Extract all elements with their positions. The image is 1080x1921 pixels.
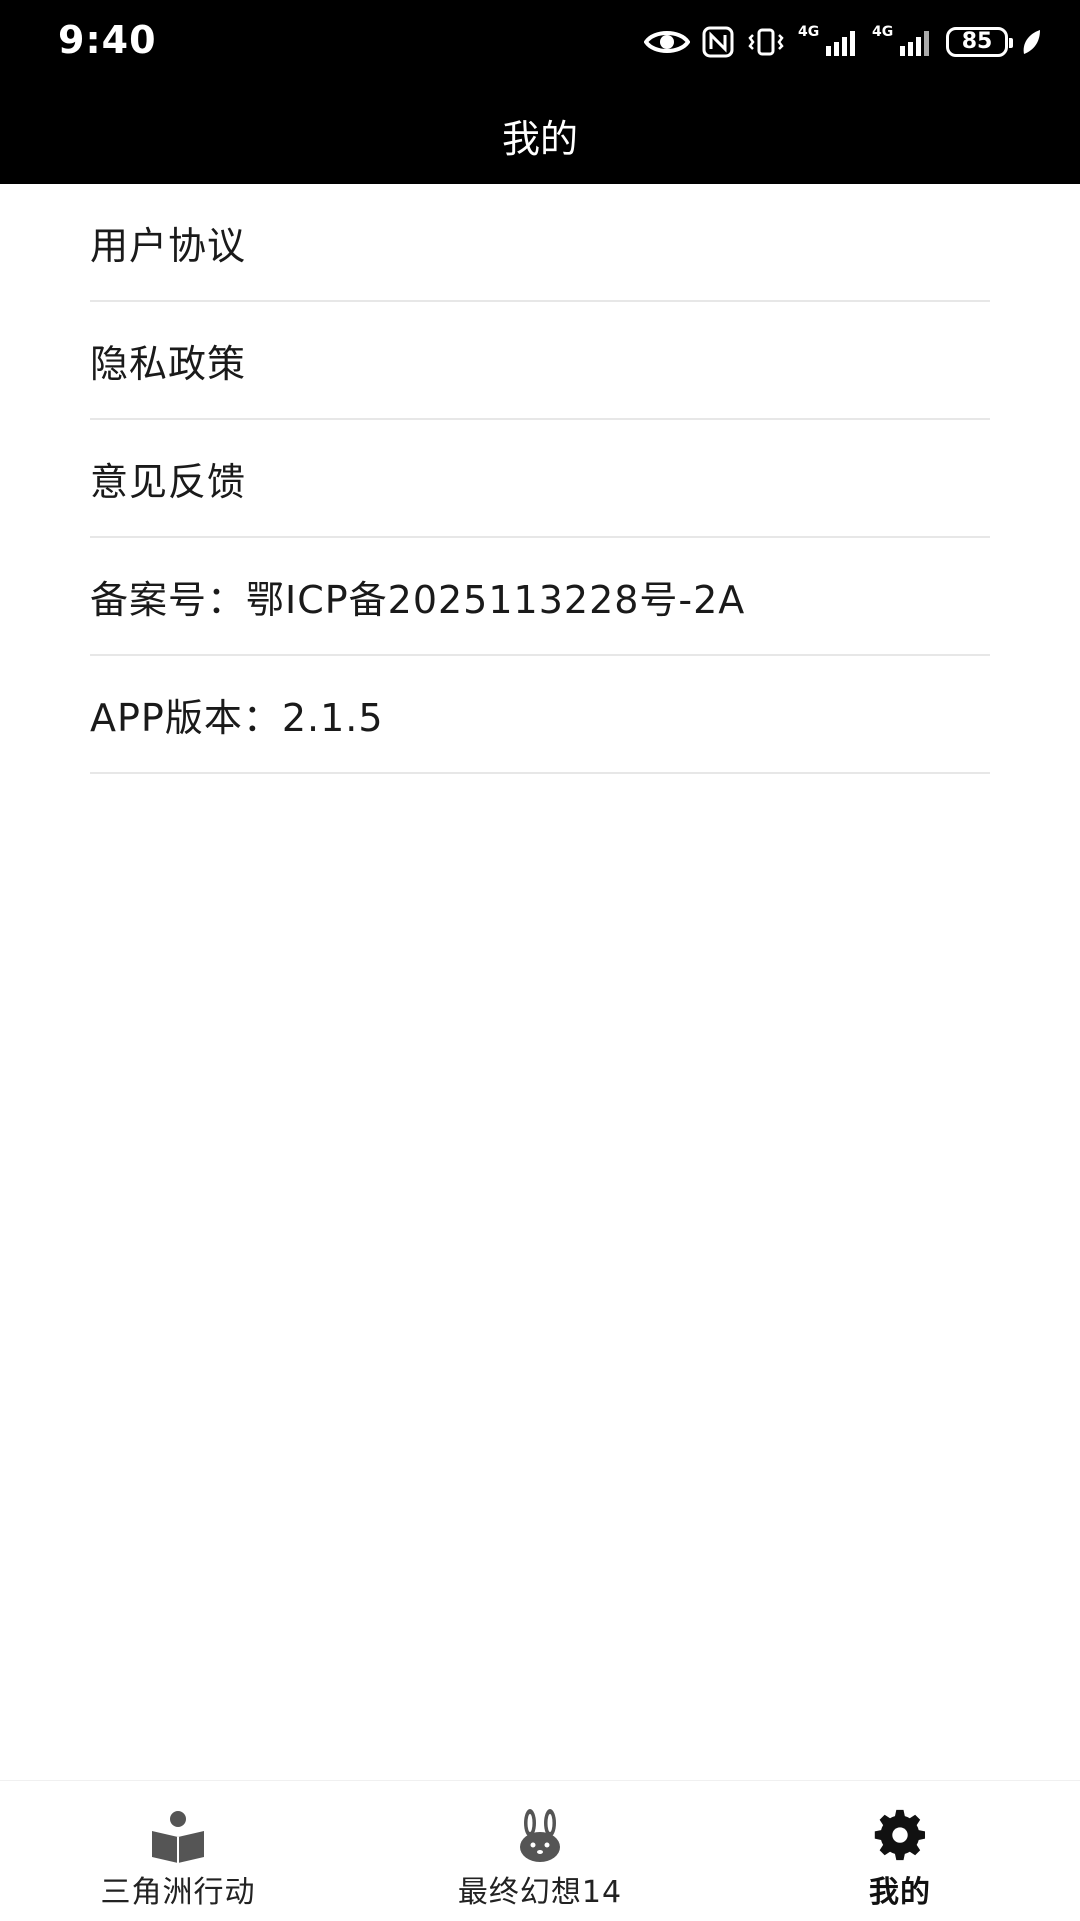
nav-item-mine[interactable]: 我的 bbox=[770, 1809, 1030, 1911]
nav-label: 我的 bbox=[869, 1875, 931, 1910]
menu-item-icp-record: 备案号：鄂ICP备2025113228号-2A bbox=[90, 538, 990, 656]
battery-icon: 85 bbox=[946, 27, 1013, 57]
leaf-icon bbox=[1020, 28, 1042, 56]
network-type-label: 4G bbox=[798, 24, 820, 40]
nav-label: 三角洲行动 bbox=[100, 1875, 256, 1910]
menu-item-label: 意见反馈 bbox=[90, 459, 247, 504]
vibrate-icon bbox=[746, 26, 786, 58]
menu-item-label: 用户协议 bbox=[90, 223, 247, 268]
menu-item-user-agreement[interactable]: 用户协议 bbox=[90, 184, 990, 302]
settings-menu-list: 用户协议 隐私政策 意见反馈 备案号：鄂ICP备2025113228号-2A A… bbox=[90, 184, 990, 774]
menu-item-app-version: APP版本：2.1.5 bbox=[90, 656, 990, 774]
menu-item-privacy-policy[interactable]: 隐私政策 bbox=[90, 302, 990, 420]
nav-item-delta-force[interactable]: 三角洲行动 bbox=[48, 1809, 308, 1911]
bottom-nav: 三角洲行动 最终幻想14 我的 bbox=[0, 1780, 1080, 1921]
app-header: 我的 bbox=[0, 86, 1080, 184]
menu-item-label: 备案号：鄂ICP备2025113228号-2A bbox=[90, 577, 746, 622]
book-reader-icon bbox=[148, 1809, 208, 1863]
nav-item-final-fantasy-14[interactable]: 最终幻想14 bbox=[410, 1809, 670, 1911]
menu-item-feedback[interactable]: 意见反馈 bbox=[90, 420, 990, 538]
signal-icon: 4G bbox=[798, 24, 860, 58]
battery-level: 85 bbox=[961, 29, 993, 54]
signal-icon: 4G bbox=[872, 24, 934, 58]
gear-icon bbox=[872, 1809, 928, 1863]
status-bar: 9:40 4G 4G 85 bbox=[0, 0, 1080, 86]
menu-item-label: APP版本：2.1.5 bbox=[90, 695, 384, 740]
menu-item-label: 隐私政策 bbox=[90, 341, 247, 386]
eye-icon bbox=[644, 27, 690, 57]
page-title: 我的 bbox=[501, 116, 578, 161]
nfc-icon bbox=[702, 26, 734, 58]
nav-label: 最终幻想14 bbox=[457, 1875, 623, 1910]
network-type-label: 4G bbox=[872, 24, 894, 40]
status-icons: 4G 4G 85 bbox=[644, 20, 1042, 64]
rabbit-icon bbox=[515, 1809, 565, 1863]
status-time: 9:40 bbox=[58, 18, 157, 62]
